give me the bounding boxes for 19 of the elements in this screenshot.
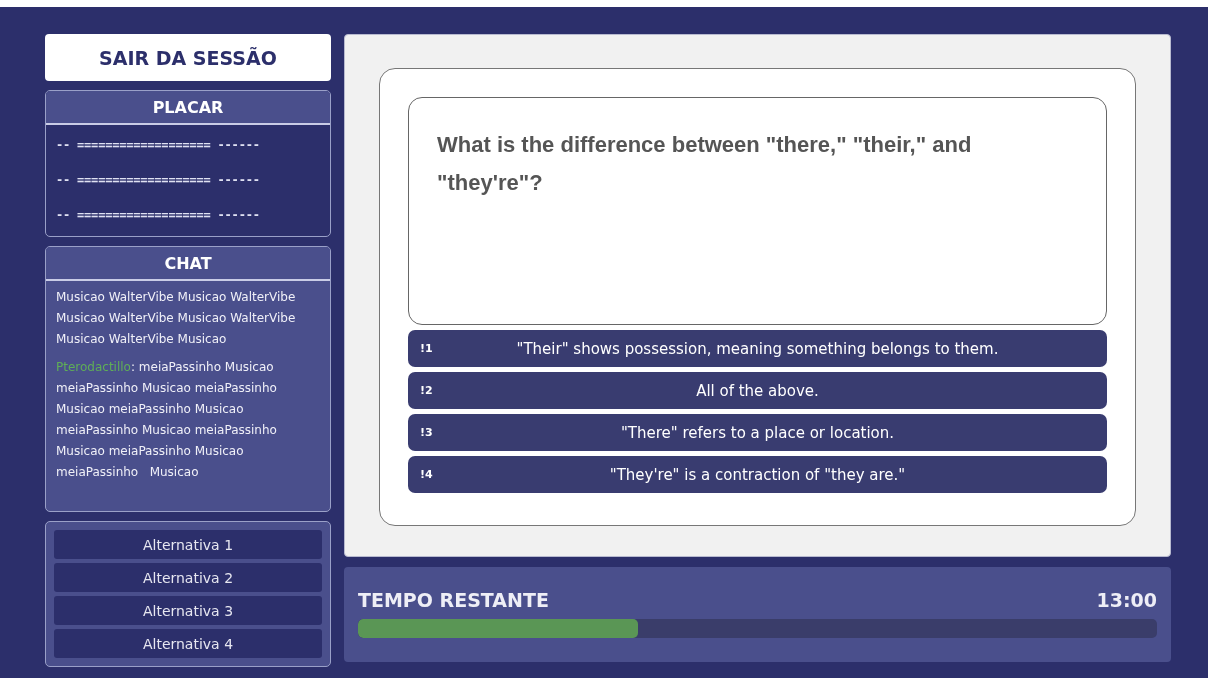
time-remaining: 13:00 bbox=[1096, 589, 1157, 611]
panel-title: CHAT bbox=[46, 247, 330, 281]
question-text: What is the difference between "there," "their," and "they're"? bbox=[408, 97, 1107, 325]
score-row-text: -- =================== ------ bbox=[56, 173, 261, 187]
score-row-text: -- =================== ------ bbox=[56, 208, 261, 222]
alternative-button[interactable]: Alternativa 3 bbox=[54, 596, 322, 625]
answer-button[interactable]: !2 All of the above. bbox=[408, 372, 1107, 409]
answer-button[interactable]: !1 "Their" shows possession, meaning something belongs to them. bbox=[408, 330, 1107, 367]
alternative-button[interactable]: Alternativa 1 bbox=[54, 530, 322, 559]
answer-button[interactable]: !3 "There" refers to a place or location. bbox=[408, 414, 1107, 451]
chat-message: Musicao WalterVibe Musicao WalterVibe Musicao WalterVibe Musicao WalterVibe Musicao WalterVibe Musicao bbox=[56, 289, 297, 348]
chat-message: Pterodactillo: meiaPassinho Musicao meiaPassinho Musicao meiaPassinho Musicao meiaPassinho Musicao meiaPassinho Musicao meiaPassinho Musicao meiaPassinho Musicao meiaPassinho Musicao bbox=[56, 359, 278, 481]
alternative-button[interactable]: Alternativa 4 bbox=[54, 629, 322, 658]
timer-label: TEMPO RESTANTE bbox=[358, 589, 549, 611]
answer-button[interactable]: !4 "They're" is a contraction of "they are." bbox=[408, 456, 1107, 493]
alternative-button[interactable]: Alternativa 2 bbox=[54, 563, 322, 592]
panel-title: PLACAR bbox=[46, 91, 330, 125]
score-row-text: -- =================== ------ bbox=[56, 138, 261, 152]
logout-button[interactable]: SAIR DA SESSÃO bbox=[45, 34, 331, 81]
